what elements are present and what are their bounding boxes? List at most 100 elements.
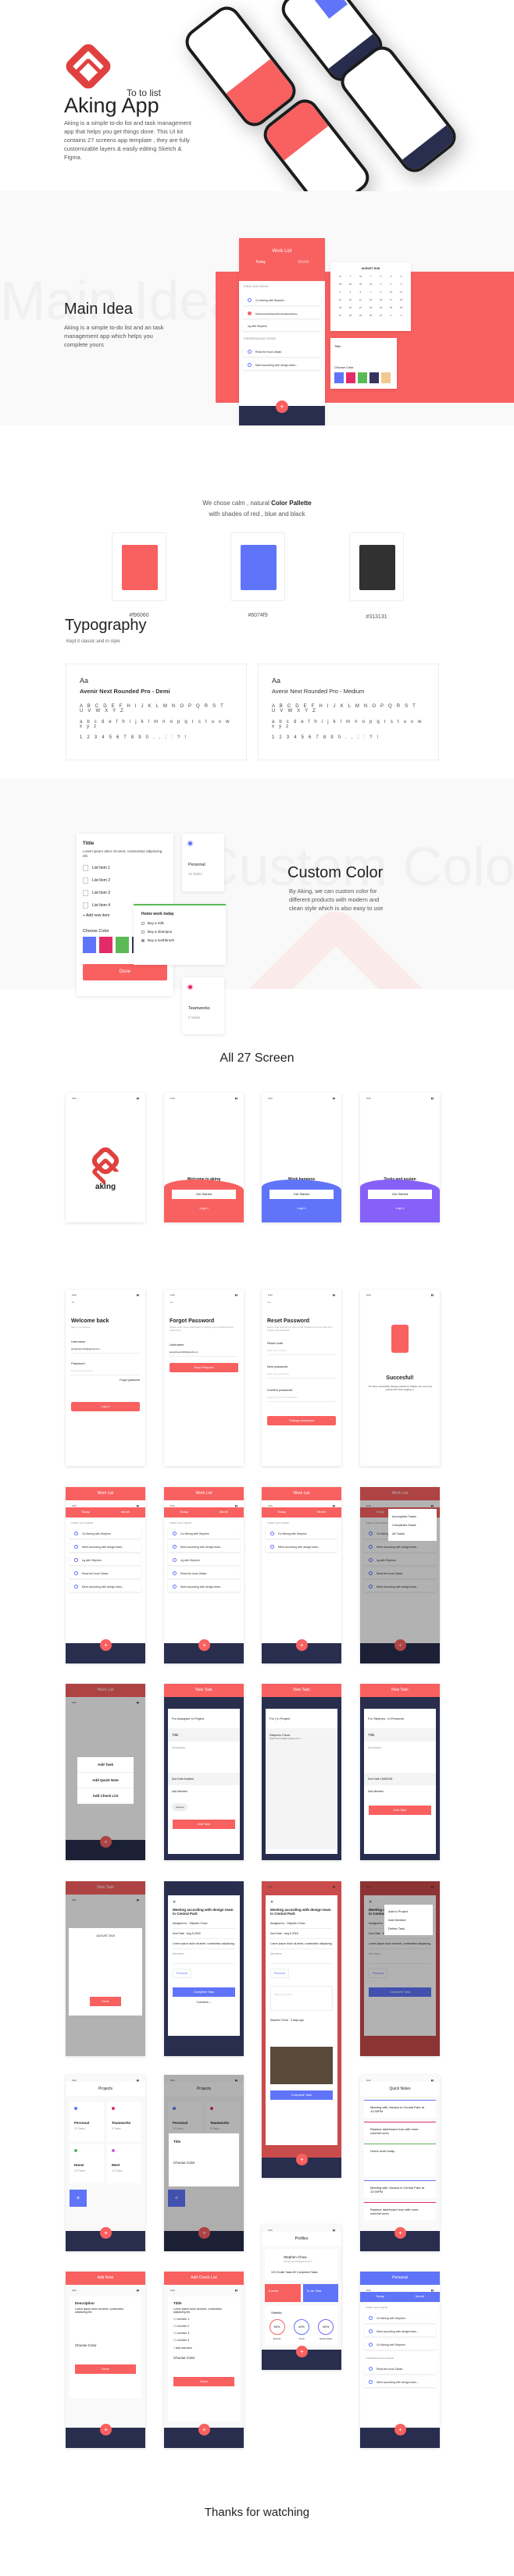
log-in-link[interactable]: Log In [262, 1206, 341, 1210]
username-input[interactable]: pangcheo1210@gmail.com [71, 1346, 140, 1354]
password-input[interactable]: Enter your password [71, 1368, 140, 1375]
fab-add-button[interactable]: + [100, 2424, 112, 2435]
fab-add-button[interactable]: + [100, 2227, 112, 2239]
tag-chip[interactable]: Personal [270, 1969, 289, 1978]
username-input[interactable]: pangcheo1210@gmail.com [170, 1349, 238, 1357]
task-item[interactable]: ng with Stephen [70, 1555, 141, 1565]
calendar-day[interactable]: 4 [335, 290, 345, 294]
calendar-day[interactable]: 18 [396, 298, 406, 301]
color-swatch-sand[interactable] [381, 372, 391, 383]
get-started-button[interactable]: Get Started [368, 1190, 432, 1199]
task-item[interactable]: ng with Stephen [243, 322, 321, 331]
color-swatch-pink[interactable] [99, 937, 112, 953]
add-project-button[interactable]: + [70, 2190, 87, 2207]
filter-menu-item[interactable]: Incomplete Tasks [392, 1512, 433, 1521]
task-option-item[interactable]: Add Member [388, 1916, 429, 1924]
calendar-day[interactable]: 28 [345, 314, 355, 317]
tab-today[interactable]: Today [360, 2292, 400, 2302]
task-item[interactable]: Read the book Zlatan [364, 2364, 436, 2374]
login-button[interactable]: Log In [71, 1402, 140, 1411]
field-input[interactable]: Enter your number [267, 1347, 336, 1355]
due-date-row[interactable]: Due Date Anytime [168, 1773, 240, 1785]
fab-add-button[interactable]: + [198, 2424, 210, 2435]
back-arrow-icon[interactable]: ← [66, 1297, 145, 1308]
calendar-day[interactable]: 11 [396, 290, 406, 294]
task-item[interactable]: Meet according with design team... [364, 2377, 436, 2387]
calendar-day[interactable]: 24 [376, 306, 386, 309]
task-option-item[interactable]: Add to Project [388, 1907, 429, 1916]
task-item[interactable]: Go fishing with Stephen [364, 2313, 436, 2323]
calendar-day[interactable]: 28 [335, 283, 345, 286]
checklist-item[interactable]: List Item 1 [83, 865, 167, 871]
get-started-button[interactable]: Get Started [172, 1190, 236, 1199]
project-card[interactable]: Home10 Tasks [70, 2144, 104, 2183]
calendar-day[interactable]: M [335, 275, 345, 278]
calendar-day[interactable]: 7 [366, 290, 376, 294]
calendar-day[interactable]: 27 [335, 314, 345, 317]
color-swatch-navy[interactable] [369, 372, 379, 383]
done-button[interactable]: Done [75, 2364, 136, 2374]
project-card[interactable]: Personal 10 Tasks [70, 2102, 104, 2141]
fab-add-button[interactable]: + [296, 2346, 308, 2357]
add-menu-item[interactable]: Add Task [77, 1757, 134, 1773]
color-swatch-blue[interactable] [83, 937, 96, 953]
task-item[interactable]: Meet according with design team... [243, 360, 321, 370]
task-item[interactable]: Go fishing with Stephen [364, 2339, 436, 2350]
title-input[interactable]: Title [168, 1728, 240, 1742]
checklist-note-item[interactable]: Buy a milk [141, 921, 218, 925]
checklist-item[interactable]: ☐ List Item 2 [173, 2325, 234, 2328]
for-in-row[interactable]: For | In Project [266, 1709, 337, 1728]
calendar-day[interactable]: 26 [396, 306, 406, 309]
complete-task-button[interactable]: Complete Task [173, 1987, 235, 1997]
for-in-row[interactable]: For Assignee In Project [168, 1709, 240, 1728]
tab-today[interactable]: Today [239, 260, 282, 265]
forgot-password-link[interactable]: Forgot password [66, 1375, 145, 1385]
description-input[interactable]: Description [364, 1742, 436, 1773]
send-request-button[interactable]: Send Request [170, 1363, 238, 1372]
calendar-day[interactable]: F [376, 275, 386, 278]
add-menu-item[interactable]: Add Check List [77, 1788, 134, 1804]
description-input[interactable]: Description [168, 1742, 240, 1773]
checklist-item[interactable]: ☐ List Item 3 [173, 2332, 234, 2335]
task-item[interactable]: Go fishing with Stephen [243, 295, 321, 305]
task-item[interactable]: Meet according with design team... [266, 1542, 337, 1552]
calendar-title[interactable]: AUGUST 2018 [335, 267, 406, 270]
tab-month[interactable]: Month [302, 1507, 341, 1517]
fab-add-button[interactable]: + [394, 2227, 406, 2239]
tag-chip[interactable]: Personal [173, 1969, 191, 1978]
project-card-personal[interactable]: Personal 10 Tasks [182, 834, 224, 891]
task-item[interactable]: Read the book Zlatan [70, 1568, 141, 1578]
task-item[interactable]: Meet according with design team... [70, 1582, 141, 1592]
quick-note[interactable]: Replace dashboard icon with more colorfu… [364, 2202, 436, 2220]
tab-month[interactable]: Month [105, 1507, 145, 1517]
field-input[interactable]: Enter your confirm password [267, 1394, 336, 1402]
quick-note[interactable]: Meeting with Jessica in Central Park at … [364, 2180, 436, 2198]
task-item[interactable]: Meet according with design team... [168, 1582, 240, 1592]
calendar-day[interactable]: 30 [366, 314, 376, 317]
calendar-day[interactable]: 21 [355, 306, 366, 309]
log-in-link[interactable]: Log In [360, 1206, 440, 1210]
done-button[interactable]: Done [173, 2377, 234, 2386]
todo-card[interactable]: To do Task [302, 2284, 338, 2302]
tab-today[interactable]: Today [262, 1507, 302, 1517]
quick-note[interactable]: Meeting with Jessica in Central Park at … [364, 2100, 436, 2118]
filter-menu-item[interactable]: Completed Tasks [392, 1521, 433, 1529]
calendar-day[interactable]: 6 [355, 290, 366, 294]
contact-name[interactable]: Stephen Chow [266, 1728, 337, 1737]
checklist-item[interactable]: ☐ List Item 4 [173, 2339, 234, 2342]
task-item[interactable]: Meet according with design team... [243, 308, 321, 318]
comment-toggle[interactable]: Comment ⌄ [173, 1997, 235, 2004]
change-password-button[interactable]: Change password [267, 1416, 336, 1425]
task-item[interactable]: Go fishing with Stephen [168, 1528, 240, 1539]
calendar-day[interactable]: 29 [355, 314, 366, 317]
add-task-button[interactable]: Add Task [173, 1820, 235, 1829]
color-swatch-pink[interactable] [346, 372, 355, 383]
anyone-chip[interactable]: Anyone [172, 1803, 188, 1811]
project-card[interactable]: Teamworks 5 Tasks [107, 2102, 141, 2141]
calendar-day[interactable]: 22 [366, 306, 376, 309]
calendar-day[interactable]: 1 [376, 283, 386, 286]
project-card-teamworks[interactable]: Teamworks 5 Tasks [182, 977, 224, 1034]
calendar-day[interactable]: 31 [366, 283, 376, 286]
calendar-day[interactable]: 19 [335, 306, 345, 309]
calendar-day[interactable]: S [396, 275, 406, 278]
